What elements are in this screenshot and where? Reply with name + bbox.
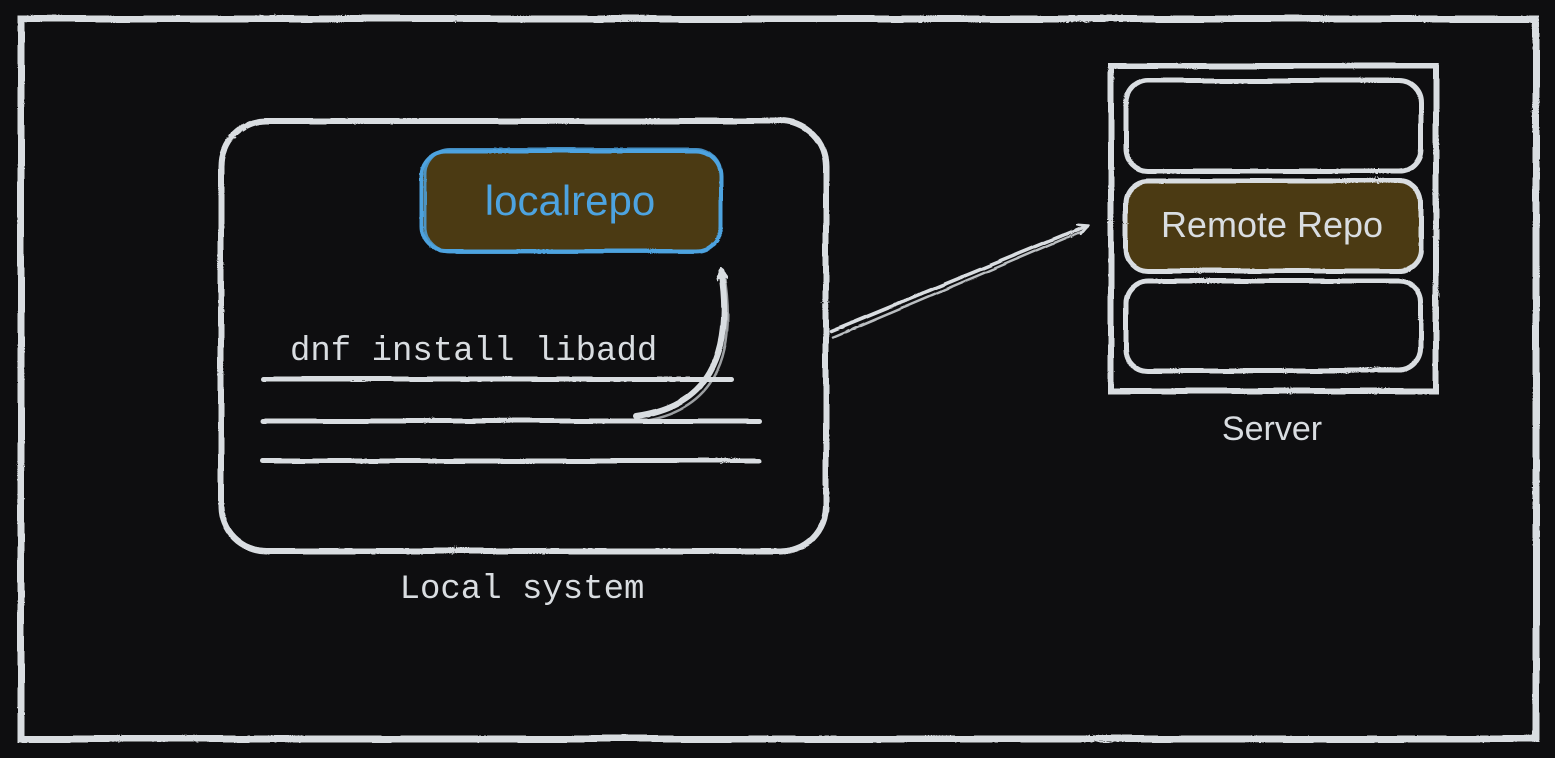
diagram-canvas: Local system localrepo dnf install libad… [0,0,1555,758]
command-underlines [262,378,758,460]
arrow-local-to-server [830,225,1085,336]
server-slot [1125,280,1420,370]
server-slot [1125,80,1420,170]
server-label: Server [1222,410,1322,448]
install-command: dnf install libadd [290,333,657,371]
local-system-label: Local system [400,571,645,609]
server-box: Remote Repo [1110,65,1435,390]
local-repo-label: localrepo [485,177,655,224]
remote-repo-label: Remote Repo [1161,204,1383,245]
